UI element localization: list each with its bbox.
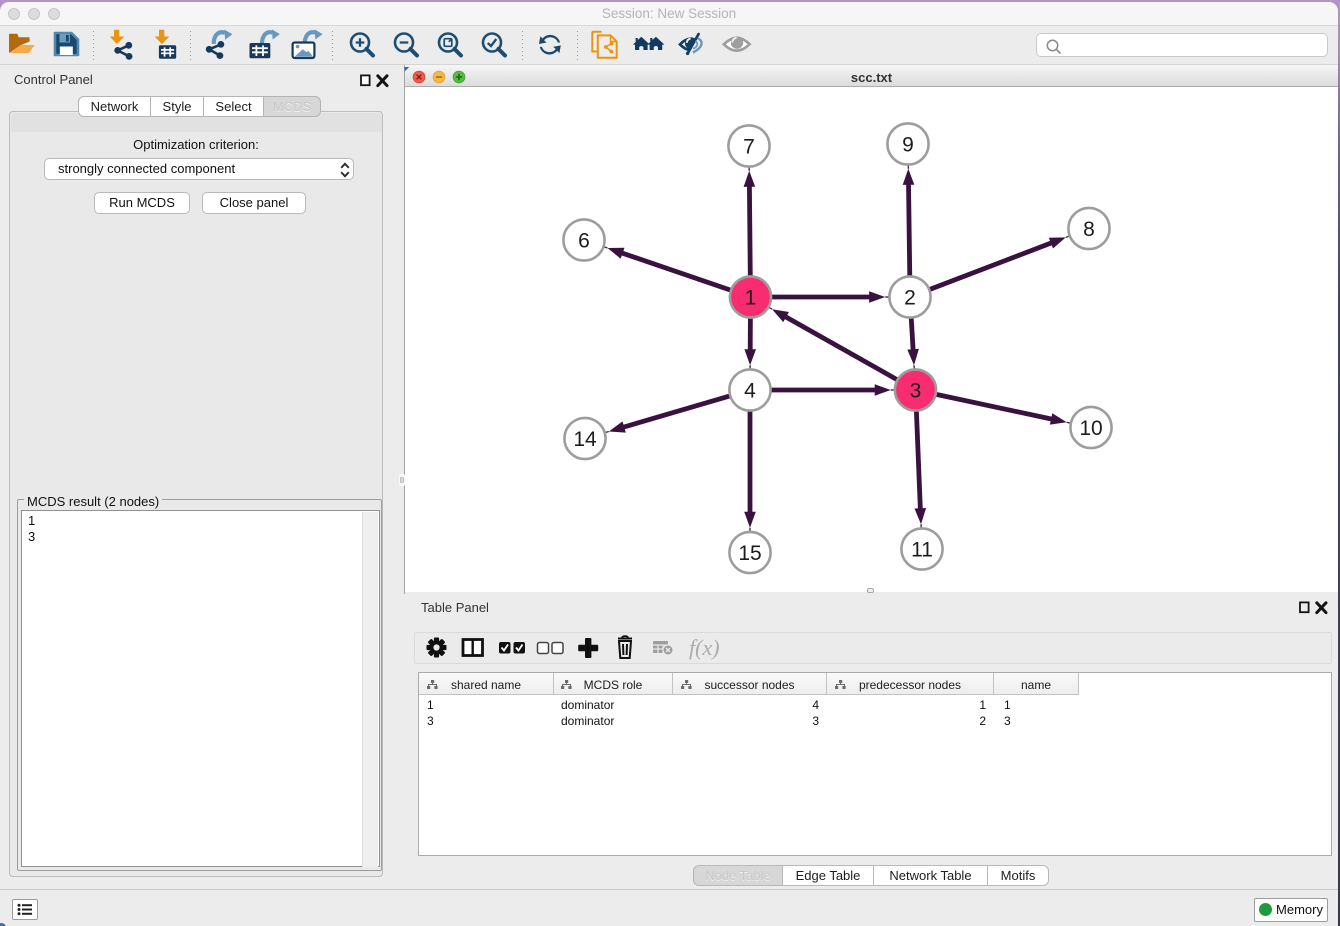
svg-text:4: 4 bbox=[744, 380, 756, 403]
svg-text:f(x): f(x) bbox=[689, 635, 720, 660]
svg-text:2: 2 bbox=[904, 287, 916, 310]
svg-text:9: 9 bbox=[902, 134, 914, 157]
svg-text:3: 3 bbox=[910, 380, 922, 403]
svg-text:7: 7 bbox=[743, 136, 755, 159]
svg-text:10: 10 bbox=[1079, 417, 1102, 440]
svg-text:15: 15 bbox=[738, 542, 761, 565]
svg-text:14: 14 bbox=[573, 428, 597, 451]
svg-text:6: 6 bbox=[578, 230, 590, 253]
svg-text:11: 11 bbox=[911, 539, 933, 562]
svg-text:8: 8 bbox=[1083, 218, 1095, 241]
svg-text:1: 1 bbox=[745, 287, 757, 310]
